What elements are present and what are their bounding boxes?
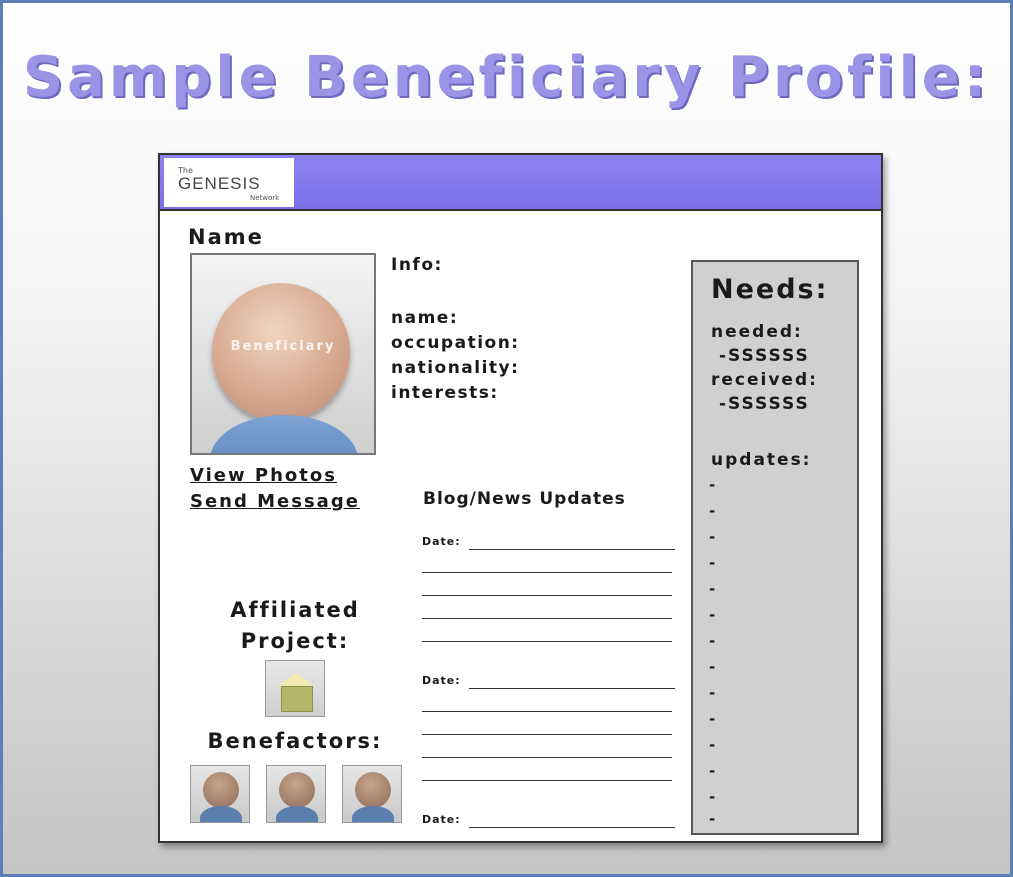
info-name-label: name: (391, 308, 459, 328)
blog-text-line (422, 595, 672, 596)
person-body-icon (210, 415, 358, 453)
avatar-body-icon (276, 806, 318, 822)
update-item-marker: - (709, 658, 716, 676)
benefactor-avatar[interactable] (342, 765, 402, 823)
update-item-marker: - (709, 632, 716, 650)
blog-text-line (422, 618, 672, 619)
update-item-marker: - (709, 528, 716, 546)
blog-text-line (422, 757, 672, 758)
blog-text-line (422, 780, 672, 781)
blog-text-line (422, 641, 672, 642)
blog-date-line (469, 827, 675, 828)
benefactor-avatar[interactable] (266, 765, 326, 823)
benefactor-avatar[interactable] (190, 765, 250, 823)
photo-caption: Beneficiary (230, 339, 336, 354)
avatar-body-icon (200, 806, 242, 822)
info-heading: Info: (391, 255, 443, 275)
received-label: received: (711, 370, 818, 390)
update-item-marker: - (709, 762, 716, 780)
house-roof-icon (278, 673, 314, 686)
blog-date-line (469, 549, 675, 550)
update-item-marker: - (709, 710, 716, 728)
send-message-link[interactable]: Send Message (190, 491, 360, 512)
logo-main-text: GENESIS (178, 174, 261, 193)
slide: Sample Beneficiary Profile: The GENESIS … (0, 0, 1013, 877)
blog-entry-date-label: Date: (422, 535, 461, 548)
blog-date-line (469, 688, 675, 689)
needs-title: Needs: (711, 274, 829, 305)
avatar-body-icon (352, 806, 394, 822)
needs-panel: Needs: needed: -SSSSSS received: -SSSSSS… (691, 260, 859, 835)
update-item-marker: - (709, 736, 716, 754)
benefactors-label: Benefactors: (207, 729, 383, 753)
received-value: -SSSSSS (719, 394, 810, 414)
needed-value: -SSSSSS (719, 346, 810, 366)
update-item-marker: - (709, 788, 716, 806)
view-photos-link[interactable]: View Photos (190, 465, 337, 486)
slide-title: Sample Beneficiary Profile: (22, 45, 991, 110)
affiliated-project-label-line1: Affiliated (230, 598, 360, 622)
avatar-head-icon (279, 772, 315, 808)
avatar-head-icon (203, 772, 239, 808)
updates-label: updates: (711, 450, 812, 470)
blog-text-line (422, 734, 672, 735)
logo-network-text: Network (250, 194, 280, 202)
update-item-marker: - (709, 554, 716, 572)
update-item-marker: - (709, 606, 716, 624)
update-item-marker: - (709, 476, 716, 494)
blog-text-line (422, 711, 672, 712)
beneficiary-photo[interactable]: Beneficiary (190, 253, 376, 455)
update-item-marker: - (709, 502, 716, 520)
name-heading: Name (188, 225, 264, 249)
avatar-head-icon (355, 772, 391, 808)
blog-entry-date-label: Date: (422, 674, 461, 687)
genesis-logo[interactable]: The GENESIS Network (164, 158, 294, 207)
needed-label: needed: (711, 322, 803, 342)
affiliated-project-label-line2: Project: (240, 629, 350, 653)
blog-text-line (422, 572, 672, 573)
update-item-marker: - (709, 684, 716, 702)
update-item-marker: - (709, 580, 716, 598)
blog-entry-date-label: Date: (422, 813, 461, 826)
card-header: The GENESIS Network (160, 155, 881, 211)
profile-card: The GENESIS Network Name Beneficiary Vie… (158, 153, 883, 843)
blog-news-title: Blog/News Updates (423, 489, 626, 509)
info-nationality-label: nationality: (391, 358, 520, 378)
house-wall-icon (281, 686, 313, 712)
update-item-marker: - (709, 810, 716, 828)
info-interests-label: interests: (391, 383, 499, 403)
project-house-icon[interactable] (265, 660, 325, 717)
info-occupation-label: occupation: (391, 333, 520, 353)
